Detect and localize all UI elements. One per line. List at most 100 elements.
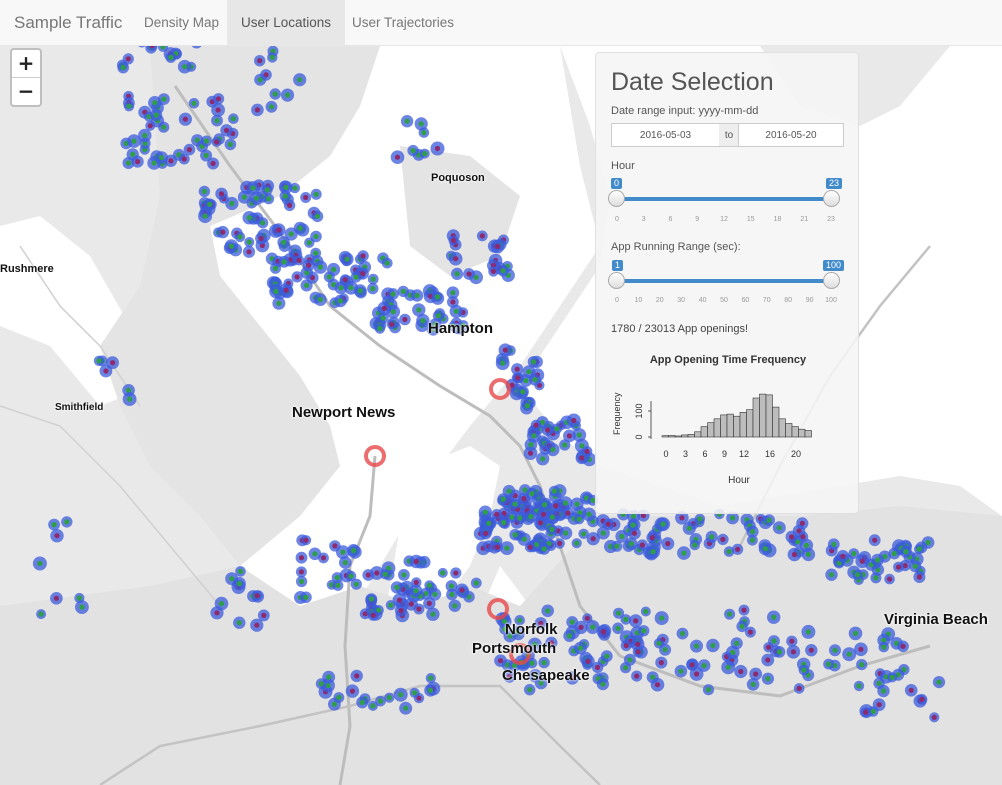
user-location-marker-core (181, 156, 187, 162)
user-location-marker-core (501, 520, 507, 526)
user-location-marker-core (762, 546, 768, 552)
zoom-control: + − (10, 48, 42, 107)
user-location-marker-core (504, 545, 510, 551)
app-range-slider[interactable]: 1 100 (608, 260, 845, 294)
user-location-marker-core (120, 65, 126, 71)
start-date-input[interactable]: 2016-05-03 (611, 123, 720, 147)
user-location-marker-core (796, 685, 802, 692)
user-location-marker-core (643, 608, 649, 615)
user-location-marker-core (353, 581, 359, 587)
hour-tick-12: 12 (720, 216, 728, 223)
user-location-marker-core (151, 160, 157, 166)
user-location-marker-core (394, 584, 400, 591)
user-location-marker-core (130, 151, 136, 157)
tab-density-map[interactable]: Density Map (130, 0, 233, 45)
user-location-marker-core (215, 96, 222, 102)
user-location-marker-core (831, 541, 837, 547)
user-location-marker-core (377, 698, 384, 704)
user-location-marker-core (110, 360, 116, 366)
user-location-marker-core (299, 578, 305, 585)
user-location-marker-core (273, 288, 279, 295)
user-location-marker-core (410, 148, 416, 154)
tab-user-locations[interactable]: User Locations (227, 0, 346, 45)
user-location-marker-core (524, 403, 531, 409)
user-location-marker-core (826, 661, 832, 667)
user-location-marker-core (413, 588, 419, 594)
user-location-marker-core (207, 201, 213, 207)
user-location-marker-core (490, 268, 496, 274)
user-location-marker-core (370, 703, 376, 709)
end-date-input[interactable]: 2016-05-20 (738, 123, 844, 147)
user-location-marker-core (925, 539, 931, 546)
app-range-max-handle[interactable] (823, 272, 840, 289)
hour-slider[interactable]: 0 23 (608, 178, 843, 212)
histogram-x-label: Hour (728, 475, 750, 486)
user-location-marker-core (735, 546, 741, 552)
user-location-marker-core (479, 233, 485, 239)
user-location-marker-core (710, 642, 716, 649)
histogram-bar (765, 394, 773, 438)
user-location-marker-core (595, 664, 601, 671)
user-location-marker-core (771, 614, 777, 620)
histogram-x-tick-label: 20 (791, 449, 801, 459)
user-location-marker-core (586, 511, 592, 517)
user-location-marker-core (246, 215, 252, 221)
user-location-marker-core (432, 591, 438, 597)
user-location-marker-core (577, 645, 584, 651)
user-location-marker-core (312, 551, 318, 557)
user-location-marker-core (303, 194, 309, 201)
user-location-marker-core (414, 292, 420, 299)
histogram-bar (798, 428, 806, 438)
histogram-title: App Opening Time Frequency (649, 354, 807, 366)
app-range-min-handle[interactable] (608, 272, 625, 289)
zoom-out-button[interactable]: − (12, 77, 40, 105)
user-location-marker-core (495, 243, 501, 250)
user-location-marker-core (246, 239, 252, 245)
user-location-marker-core (257, 77, 263, 83)
app-range-label: App Running Range (sec): (611, 241, 741, 253)
histogram-bar (804, 430, 812, 438)
user-location-marker-core (203, 138, 209, 144)
user-location-marker-core (430, 611, 436, 617)
user-location-marker-core (386, 695, 392, 701)
user-location-marker-core (738, 668, 744, 675)
user-location-marker-core (228, 243, 234, 249)
user-location-marker-core (656, 640, 662, 646)
user-location-marker-core (600, 530, 606, 536)
user-location-marker-core (402, 316, 408, 323)
user-location-marker-core (306, 240, 312, 246)
user-location-marker-core (283, 287, 289, 293)
user-location-marker-core (791, 551, 798, 558)
user-location-marker-core (168, 158, 174, 164)
user-location-marker-core (523, 378, 529, 384)
user-location-marker-core (912, 563, 918, 569)
user-location-marker-core (581, 531, 587, 537)
user-location-marker-core (427, 687, 433, 694)
user-location-marker-core (500, 360, 506, 366)
user-location-marker-core (283, 184, 289, 190)
user-location-marker-core (254, 107, 260, 113)
user-location-marker-core (368, 596, 374, 602)
app-range-slider-ticks: 0 10 20 30 40 50 60 70 80 90 100 (611, 297, 837, 307)
user-location-marker-core (805, 551, 812, 557)
user-location-marker-core (701, 663, 707, 669)
hour-slider-max-handle[interactable] (823, 190, 840, 207)
tab-user-trajectories[interactable]: User Trajectories (338, 0, 468, 45)
user-location-marker-core (887, 576, 893, 582)
user-location-marker-core (502, 347, 508, 353)
user-location-marker-core (401, 572, 407, 578)
user-location-marker-core (182, 116, 188, 122)
user-location-marker-core (398, 608, 404, 614)
zoom-in-button[interactable]: + (12, 50, 40, 77)
app-title[interactable]: Sample Traffic (14, 13, 122, 33)
user-location-marker-core (895, 564, 902, 570)
user-location-marker-core (528, 442, 534, 448)
user-location-marker-core (765, 676, 771, 682)
user-location-marker-core (38, 611, 44, 617)
user-location-marker-core (660, 521, 666, 527)
histogram-bar (668, 435, 676, 438)
user-location-marker-core (705, 687, 712, 693)
hour-slider-min-handle[interactable] (608, 190, 625, 207)
user-location-marker-core (202, 213, 208, 219)
user-location-marker-core (678, 668, 684, 674)
